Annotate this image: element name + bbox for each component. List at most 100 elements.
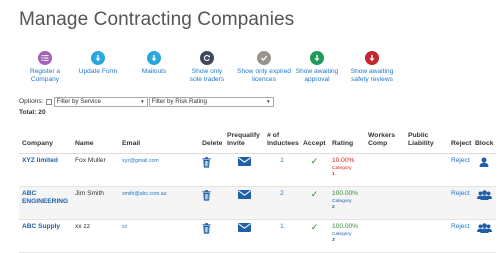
- accept-check-icon[interactable]: ✓: [311, 189, 319, 199]
- trash-icon[interactable]: [202, 156, 211, 170]
- reject-cell: Reject: [448, 153, 472, 187]
- download-arrow-icon: [310, 51, 324, 65]
- rating-cell: 10.00% Category 1: [329, 153, 365, 187]
- company-cell: ABC ENGINEERING: [19, 186, 72, 220]
- workers-comp-cell: [365, 153, 405, 187]
- public-liability-cell: [405, 153, 448, 187]
- trash-icon[interactable]: [202, 222, 211, 236]
- prequalify-invite-cell: [224, 153, 264, 187]
- inductees-link[interactable]: 1: [280, 223, 284, 230]
- delete-cell: [199, 219, 224, 253]
- header-inductees: # of Inductees: [264, 129, 300, 154]
- header-company: Company: [19, 129, 72, 154]
- rating-category-number: 2: [332, 205, 335, 210]
- email-cell: xz: [119, 219, 199, 253]
- envelope-icon[interactable]: [237, 189, 251, 201]
- mailouts-label: Mailouts: [141, 68, 167, 75]
- options-label: Options:: [19, 98, 44, 105]
- table-header-row: Company Name Email Delete Prequalify Invi…: [19, 129, 496, 154]
- name-cell: Fox Muller: [72, 153, 119, 187]
- rating-category-number: 1: [332, 172, 335, 177]
- company-link[interactable]: XYZ limited: [22, 157, 72, 165]
- trash-icon[interactable]: [202, 189, 211, 203]
- show-awaiting-safety-reviews-label: Show awaiting safety reviews: [350, 68, 394, 84]
- header-rating: Rating: [329, 129, 365, 154]
- total-count: Total: 20: [19, 109, 46, 116]
- reject-cell: Reject: [448, 186, 472, 220]
- mailouts-button[interactable]: Mailouts: [134, 51, 174, 76]
- header-accept: Accept: [300, 129, 329, 154]
- header-workers-comp: Workers Comp: [365, 129, 405, 154]
- download-arrow-icon: [365, 51, 379, 65]
- envelope-icon[interactable]: [237, 156, 251, 168]
- header-block: Block: [472, 129, 496, 154]
- header-name: Name: [72, 129, 119, 154]
- email-link[interactable]: smith@abc.com.au: [122, 191, 166, 197]
- show-awaiting-approval-button[interactable]: Show awaiting approval: [295, 51, 339, 84]
- person-icon[interactable]: [479, 157, 489, 169]
- block-cell: [472, 186, 496, 220]
- header-email: Email: [119, 129, 199, 154]
- workers-comp-cell: [365, 186, 405, 220]
- rating-cell: 100.00% Category 3: [329, 219, 365, 253]
- block-cell: [472, 219, 496, 253]
- page-title: Manage Contracting Companies: [19, 9, 295, 30]
- inductees-link[interactable]: 2: [280, 190, 284, 197]
- email-link[interactable]: xyz@gmail.com: [122, 158, 159, 164]
- company-cell: XYZ limited: [19, 153, 72, 187]
- table-row: ABC Supply xx zz xz 1 ✓ 100.00% Category…: [19, 219, 496, 253]
- update-form-button[interactable]: Update Form: [78, 51, 118, 76]
- service-filter-select[interactable]: Filter by Service ▼: [53, 96, 148, 107]
- show-sole-traders-label: Show only sole traders: [189, 68, 225, 84]
- delete-cell: [199, 186, 224, 220]
- reject-link[interactable]: Reject: [451, 190, 470, 197]
- block-cell: [472, 153, 496, 187]
- group-icon[interactable]: [477, 189, 492, 202]
- company-link[interactable]: ABC Supply: [22, 223, 72, 231]
- accept-cell: ✓: [300, 153, 329, 187]
- service-filter-value: Filter by Service: [56, 98, 101, 105]
- header-delete: Delete: [199, 129, 224, 154]
- show-expired-licences-label: Show only expired licences: [237, 68, 291, 84]
- download-arrow-icon: [91, 51, 105, 65]
- risk-rating-filter-select[interactable]: Filter by Risk Rating ▼: [148, 96, 274, 107]
- reject-link[interactable]: Reject: [451, 223, 470, 230]
- options-checkbox[interactable]: [45, 98, 52, 105]
- accept-check-icon[interactable]: ✓: [311, 156, 319, 166]
- prequalify-invite-cell: [224, 219, 264, 253]
- name-cell: xx zz: [72, 219, 119, 253]
- rating-cell: 100.00% Category 2: [329, 186, 365, 220]
- show-awaiting-approval-label: Show awaiting approval: [295, 68, 339, 84]
- prequalify-invite-cell: [224, 186, 264, 220]
- inductees-cell: 1: [264, 153, 300, 187]
- reject-link[interactable]: Reject: [451, 157, 470, 164]
- register-company-label: Register a Company: [29, 68, 61, 84]
- caret-down-icon: ▼: [266, 99, 271, 104]
- show-expired-licences-button[interactable]: Show only expired licences: [237, 51, 291, 84]
- public-liability-cell: [405, 219, 448, 253]
- inductees-cell: 1: [264, 219, 300, 253]
- accept-cell: ✓: [300, 186, 329, 220]
- inductees-link[interactable]: 1: [280, 157, 284, 164]
- group-icon[interactable]: [477, 222, 492, 235]
- download-arrow-icon: [147, 51, 161, 65]
- risk-rating-filter-value: Filter by Risk Rating: [151, 98, 207, 105]
- table-row: XYZ limited Fox Muller xyz@gmail.com 1 ✓…: [19, 153, 496, 187]
- email-cell: smith@abc.com.au: [119, 186, 199, 220]
- envelope-icon[interactable]: [237, 222, 251, 234]
- show-sole-traders-button[interactable]: Show only sole traders: [185, 51, 229, 84]
- show-awaiting-safety-reviews-button[interactable]: Show awaiting safety reviews: [349, 51, 395, 84]
- options-row: Options: Filter by Service ▼ Filter by R…: [19, 96, 274, 107]
- rating-category-number: 3: [332, 238, 335, 243]
- action-toolbar: Register a Company Update Form Mailouts S…: [0, 51, 500, 91]
- company-link[interactable]: ABC ENGINEERING: [22, 190, 72, 206]
- rating-value: 100.00%: [332, 222, 359, 230]
- delete-cell: [199, 153, 224, 187]
- header-reject: Reject: [448, 129, 472, 154]
- accept-check-icon[interactable]: ✓: [311, 222, 319, 232]
- companies-table: Company Name Email Delete Prequalify Invi…: [19, 129, 496, 253]
- workers-comp-cell: [365, 219, 405, 253]
- register-company-button[interactable]: Register a Company: [25, 51, 65, 84]
- email-link[interactable]: xz: [122, 224, 127, 230]
- header-prequalify-invite: Prequalify Invite: [224, 129, 264, 154]
